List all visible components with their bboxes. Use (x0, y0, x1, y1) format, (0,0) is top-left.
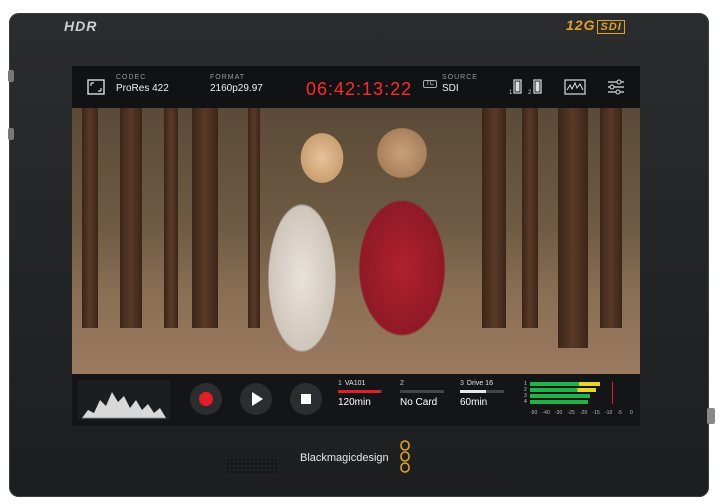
audio-meters[interactable]: 1234 -50 -40 -30 -25 -20 -15 -10 -5 0 (524, 380, 634, 420)
record-button[interactable] (190, 383, 222, 415)
side-button-top[interactable] (8, 70, 14, 82)
transport-bar: 1 VA101 120min 2 No Card 3 Drive 16 60min … (72, 374, 640, 426)
battery-2-label: 2 (528, 90, 532, 96)
video-preview (72, 108, 640, 374)
brand-mark-icon (400, 440, 410, 473)
play-icon (252, 392, 263, 406)
side-button-bottom[interactable] (8, 128, 14, 140)
stop-button[interactable] (290, 383, 322, 415)
battery-1-label: 1 (509, 90, 513, 96)
slot-1-name: VA101 (344, 380, 366, 387)
source-display[interactable]: SOURCE SDI (442, 74, 478, 94)
play-button[interactable] (240, 383, 272, 415)
scopes-icon[interactable] (564, 78, 586, 96)
settings-sliders-icon[interactable] (606, 78, 626, 96)
meter-channel-4 (530, 400, 588, 404)
meter-peak-line (612, 382, 613, 404)
format-label: FORMAT (210, 74, 246, 81)
slot-3-value: 60min (460, 397, 488, 408)
histogram[interactable] (78, 380, 170, 420)
codec-value: ProRes 422 (116, 83, 169, 94)
side-connector (707, 408, 715, 424)
slot-1-bar (338, 390, 382, 393)
source-value: SDI (442, 83, 459, 94)
source-label: SOURCE (442, 74, 478, 81)
meter-channel-3 (530, 394, 590, 398)
touchscreen[interactable]: CODEC ProRes 422 FORMAT 2160p29.97 06:42… (72, 66, 640, 426)
tc-badge: TC (423, 80, 437, 88)
frame-guides-icon[interactable] (86, 78, 106, 96)
media-slot-3[interactable]: 3 Drive 16 60min (460, 380, 504, 408)
timecode-display[interactable]: 06:42:13:22 (306, 79, 412, 100)
slot-2-bar (400, 390, 444, 393)
slot-3-number: 3 (460, 380, 464, 387)
slot-3-bar (460, 390, 504, 393)
hdr-logo: HDR (64, 18, 98, 34)
slot-1-number: 1 (338, 380, 342, 387)
stop-icon (301, 394, 311, 404)
brand-logo: Blackmagicdesign (300, 452, 389, 464)
codec-label: CODEC (116, 74, 147, 81)
format-display[interactable]: FORMAT 2160p29.97 (210, 74, 263, 94)
codec-display[interactable]: CODEC ProRes 422 (116, 74, 169, 94)
meter-channel-1 (530, 382, 600, 386)
slot-1-value: 120min (338, 397, 371, 408)
meter-channel-labels: 1234 (524, 381, 527, 405)
slot-3-name: Drive 16 (466, 380, 493, 387)
status-bar: CODEC ProRes 422 FORMAT 2160p29.97 06:42… (72, 66, 640, 108)
meter-channel-2 (530, 388, 596, 392)
speaker-grille (226, 458, 278, 474)
format-value: 2160p29.97 (210, 83, 263, 94)
slot-2-value: No Card (400, 397, 438, 408)
media-slot-1[interactable]: 1 VA101 120min (338, 380, 382, 408)
media-slot-2[interactable]: 2 No Card (400, 380, 444, 408)
slot-2-number: 2 (400, 380, 404, 387)
12g-sdi-logo: 12G SDI (566, 17, 625, 34)
record-icon (199, 392, 213, 406)
